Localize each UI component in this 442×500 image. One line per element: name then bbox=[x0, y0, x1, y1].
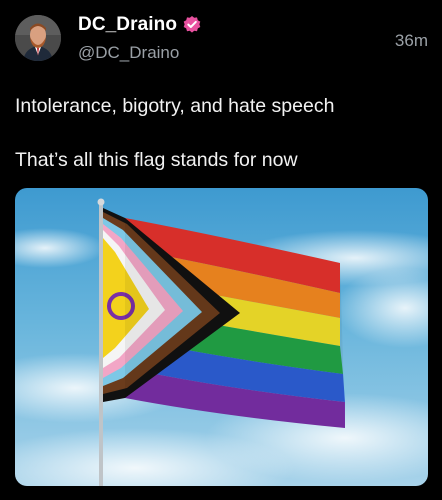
author-name-row: DC_Draino bbox=[78, 14, 202, 36]
tweet-text: Intolerance, bigotry, and hate speech Th… bbox=[15, 93, 430, 174]
author-display-name[interactable]: DC_Draino bbox=[78, 14, 177, 36]
verified-badge-icon bbox=[182, 15, 202, 35]
tweet-text-line: That’s all this flag stands for now bbox=[15, 149, 298, 171]
avatar-image bbox=[15, 15, 61, 61]
tweet-card[interactable]: DC_Draino @DC_Draino 36m Intolerance, bi… bbox=[0, 0, 442, 500]
progress-pride-flag-image bbox=[15, 188, 428, 486]
media-image[interactable] bbox=[15, 188, 428, 486]
tweet-text-line: Intolerance, bigotry, and hate speech bbox=[15, 95, 335, 117]
author-handle[interactable]: @DC_Draino bbox=[78, 43, 179, 63]
avatar[interactable] bbox=[15, 15, 61, 61]
timestamp[interactable]: 36m bbox=[395, 31, 428, 51]
